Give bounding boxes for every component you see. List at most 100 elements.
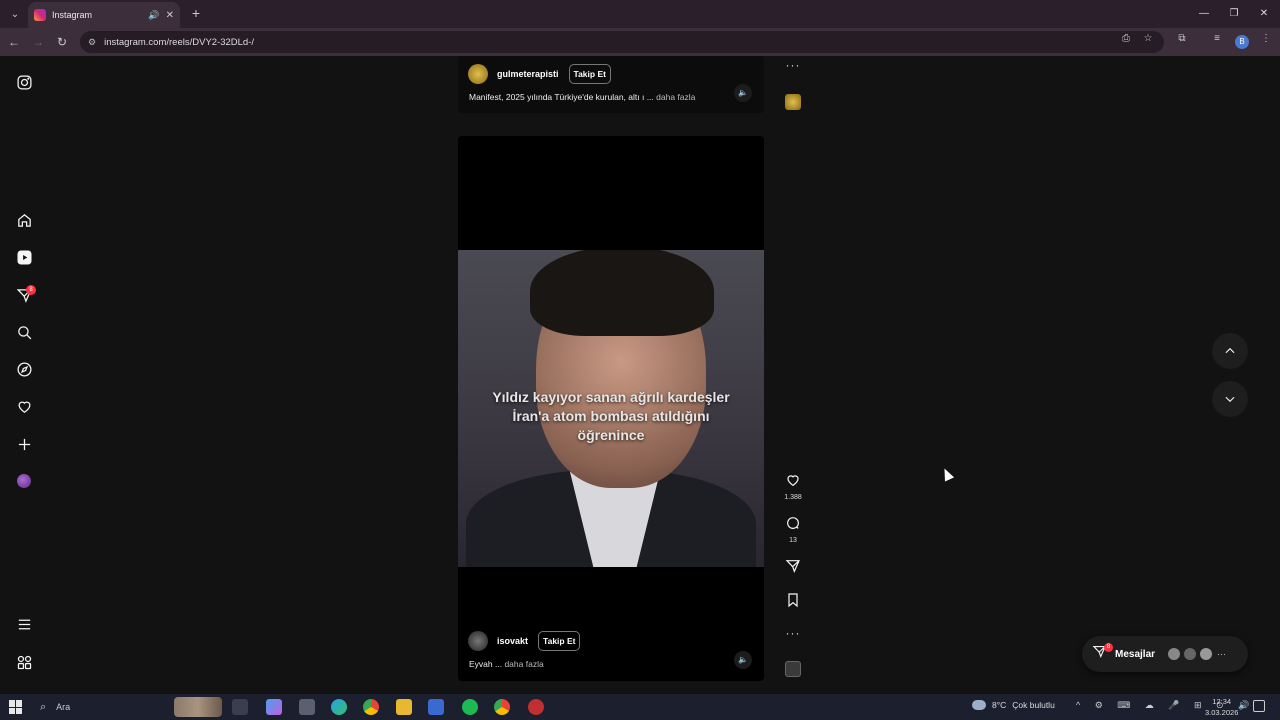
tab-search-icon[interactable]: ⌄ <box>6 5 24 23</box>
copilot-icon[interactable] <box>266 699 282 715</box>
cloud-icon <box>972 700 986 710</box>
temperature: 8°C <box>992 700 1007 710</box>
home-icon[interactable] <box>14 210 34 230</box>
chrome-icon[interactable] <box>363 699 379 715</box>
messages-label: Mesajlar <box>1115 648 1156 660</box>
reel-caption: Eyvah ... daha fazla <box>469 659 544 669</box>
heart-icon[interactable] <box>14 396 34 416</box>
profile-avatar-nav[interactable] <box>17 474 31 488</box>
instagram-favicon-icon <box>34 9 46 21</box>
audio-thumbnail[interactable] <box>785 94 801 110</box>
edge-icon[interactable] <box>331 699 347 715</box>
next-reel-button[interactable] <box>1212 381 1248 417</box>
instagram-page: 8 gulmeterapisti Takip Et Manifest, 2025… <box>0 56 1280 694</box>
bookmark-star-icon[interactable]: ☆ <box>1141 32 1155 46</box>
close-window-button[interactable]: ✕ <box>1256 6 1272 22</box>
more-icon: ··· <box>1217 649 1227 659</box>
minimize-button[interactable]: — <box>1196 6 1212 22</box>
menu-more-icon[interactable] <box>14 614 34 634</box>
like-action[interactable]: 1.388 <box>778 472 808 501</box>
chrome-icon[interactable] <box>494 699 510 715</box>
media-control-icon[interactable]: ≡ <box>1210 32 1224 46</box>
video-subtitle: Yıldız kayıyor sanan ağrılı kardeşler İr… <box>492 389 730 443</box>
like-count: 1.388 <box>784 494 802 501</box>
reload-icon[interactable]: ↻ <box>54 34 70 50</box>
app-icon[interactable] <box>528 699 544 715</box>
more-options-icon[interactable]: ··· <box>778 58 808 72</box>
install-app-icon[interactable]: ⎙ <box>1119 32 1133 46</box>
more-link[interactable]: daha fazla <box>656 92 695 102</box>
instagram-logo-icon[interactable] <box>14 72 34 92</box>
tab-audio-icon[interactable]: 🔊 <box>148 10 159 21</box>
reel-video[interactable]: Yıldız kayıyor sanan ağrılı kardeşler İr… <box>458 250 764 567</box>
search-icon: ⌕ <box>40 700 47 713</box>
windows-taskbar: ⌕ Ara 8°C Çok bulutlu ^ ⚙ ⌨ ☁ 🎤 ⊞ ⊙ 🔊 12… <box>0 694 1280 720</box>
url-text[interactable]: instagram.com/reels/DVY2-32DLd-/ <box>104 37 254 48</box>
like-heart-icon[interactable] <box>785 472 801 488</box>
weather-widget[interactable]: 8°C Çok bulutlu <box>972 700 1055 710</box>
menu-icon[interactable]: ⋮ <box>1259 32 1273 46</box>
avatar[interactable] <box>468 64 488 84</box>
search-highlight-image <box>174 697 222 717</box>
more-options-icon[interactable]: ··· <box>778 626 808 640</box>
task-view-icon[interactable] <box>232 699 248 715</box>
app-icon[interactable] <box>299 699 315 715</box>
previous-reel-button[interactable] <box>1212 333 1248 369</box>
reel-header: isovakt Takip Et <box>468 631 581 651</box>
person-hair <box>530 250 714 336</box>
file-explorer-icon[interactable] <box>396 699 412 715</box>
avatar <box>1199 647 1214 661</box>
weather-text: Çok bulutlu <box>1012 700 1055 710</box>
follow-button[interactable]: Takip Et <box>538 631 581 651</box>
reel-username[interactable]: gulmeterapisti <box>497 69 559 79</box>
avatar[interactable] <box>468 631 488 651</box>
taskbar-clock[interactable]: 12:34 3.03.2026 <box>1205 696 1238 718</box>
comment-action[interactable]: 13 <box>778 515 808 544</box>
follow-button[interactable]: Takip Et <box>568 64 611 84</box>
mouse-cursor <box>939 466 955 482</box>
notification-center-icon[interactable] <box>1253 700 1265 712</box>
comment-icon[interactable] <box>785 515 801 531</box>
restore-button[interactable]: ❐ <box>1226 6 1242 22</box>
clock-time: 12:34 <box>1212 697 1232 706</box>
address-bar[interactable]: ⚙ instagram.com/reels/DVY2-32DLd-/ <box>80 31 1164 53</box>
share-send-icon[interactable] <box>785 558 801 574</box>
browser-tabbar: ⌄ Instagram 🔊 ✕ + — ❐ ✕ <box>0 0 1280 28</box>
new-tab-button[interactable]: + <box>188 5 204 21</box>
bookmark-icon[interactable] <box>785 592 801 608</box>
more-link[interactable]: daha fazla <box>504 659 543 669</box>
also-from-meta-icon[interactable] <box>14 652 34 672</box>
profile-avatar[interactable]: B <box>1235 35 1249 49</box>
chevron-up-icon <box>1225 347 1235 354</box>
reel-card-previous[interactable]: gulmeterapisti Takip Et Manifest, 2025 y… <box>458 56 764 113</box>
explore-icon[interactable] <box>14 359 34 379</box>
mute-icon[interactable]: 🔈 <box>734 84 752 102</box>
tab-close-icon[interactable]: ✕ <box>166 10 174 21</box>
search-icon[interactable] <box>14 322 34 342</box>
browser-tab[interactable]: Instagram 🔊 ✕ <box>28 2 180 28</box>
left-nav: 8 <box>0 56 48 694</box>
extensions-icon[interactable]: ⧉ <box>1175 32 1189 46</box>
site-info-icon[interactable]: ⚙ <box>88 37 96 48</box>
audio-thumb-wrap <box>778 94 808 110</box>
spotify-icon[interactable] <box>462 699 478 715</box>
reels-icon[interactable] <box>14 247 34 267</box>
forward-icon[interactable]: → <box>30 34 46 50</box>
audio-thumb-wrap <box>778 661 808 677</box>
reel-username[interactable]: isovakt <box>497 636 528 646</box>
create-plus-icon[interactable] <box>14 434 34 454</box>
mute-icon[interactable]: 🔈 <box>734 651 752 669</box>
messages-pill[interactable]: 8 Mesajlar ··· <box>1082 636 1248 672</box>
reel-card-current[interactable]: Yıldız kayıyor sanan ağrılı kardeşler İr… <box>458 136 764 681</box>
tab-title: Instagram <box>52 10 93 20</box>
taskbar-search[interactable]: ⌕ Ara <box>34 697 224 717</box>
clock-date: 3.03.2026 <box>1205 708 1239 717</box>
avatar <box>1167 647 1182 661</box>
save-action[interactable] <box>778 592 808 613</box>
share-action[interactable] <box>778 558 808 579</box>
notification-badge: 8 <box>26 285 36 295</box>
back-icon[interactable]: ← <box>6 34 22 50</box>
audio-thumbnail[interactable] <box>785 661 801 677</box>
mail-icon[interactable] <box>428 699 444 715</box>
windows-start-icon[interactable] <box>9 700 23 714</box>
